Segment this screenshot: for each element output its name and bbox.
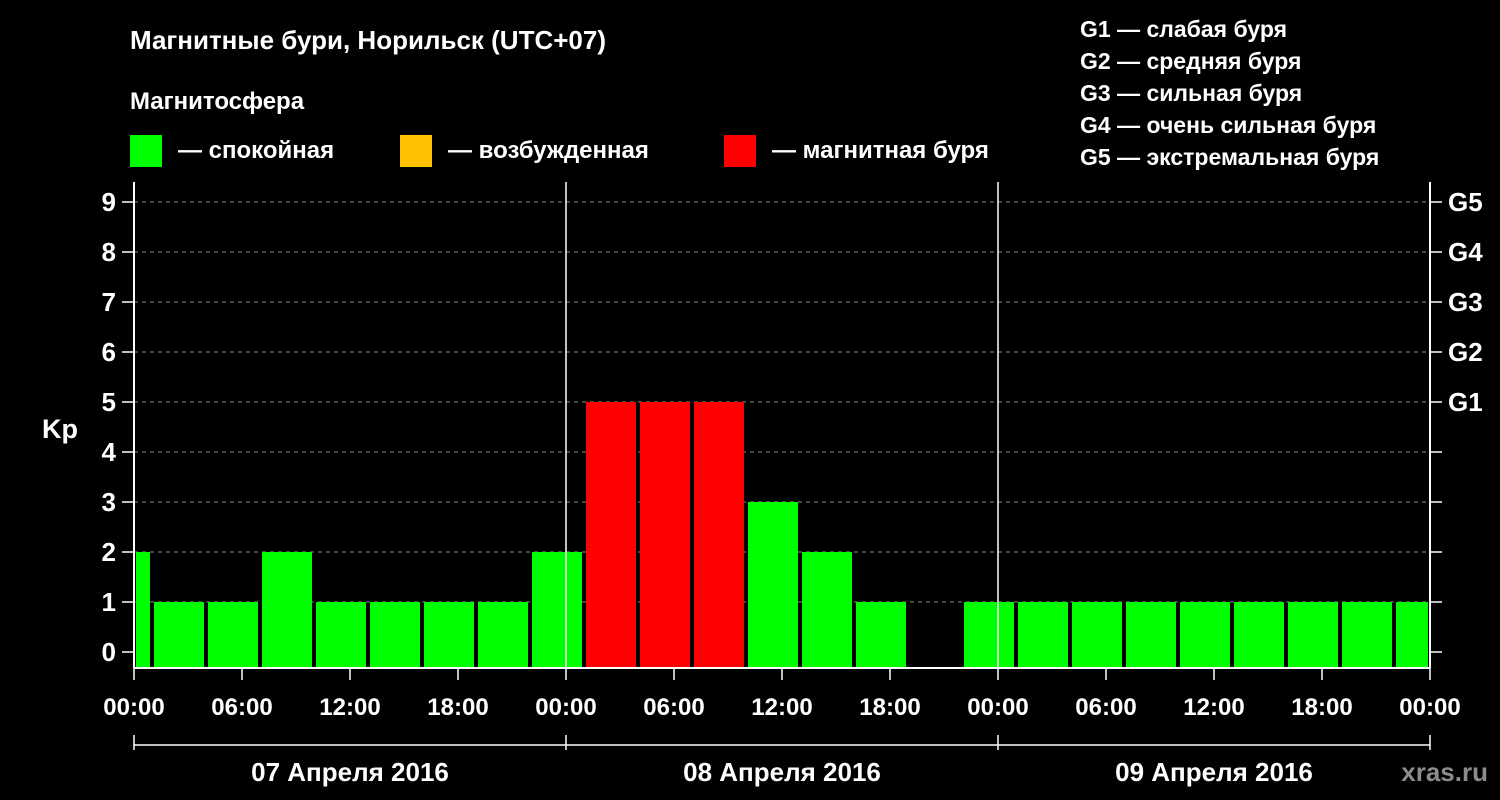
kp-bar (262, 552, 312, 668)
x-tick-label: 00:00 (103, 694, 164, 721)
day-label: 08 Апреля 2016 (683, 757, 881, 787)
kp-bar (640, 402, 690, 668)
storm-scale-g5: G5 — экстремальная буря (1080, 144, 1379, 170)
storm-scale-g1: G1 — слабая буря (1080, 16, 1287, 42)
y-tick-label: 0 (102, 637, 116, 667)
x-tick-label: 00:00 (1399, 694, 1460, 721)
y-tick-label: 4 (102, 437, 117, 467)
kp-bar (1234, 602, 1284, 668)
day-label: 07 Апреля 2016 (251, 757, 449, 787)
kp-bar (424, 602, 474, 668)
kp-bar (1072, 602, 1122, 668)
kp-bar (316, 602, 366, 668)
kp-bar (1018, 602, 1068, 668)
storm-scale-g2: G2 — средняя буря (1080, 48, 1301, 74)
g-scale-label: G4 (1448, 237, 1483, 267)
y-tick-label: 8 (102, 237, 116, 267)
x-tick-label: 06:00 (1075, 694, 1136, 721)
y-tick-label: 1 (102, 587, 116, 617)
y-tick-label: 2 (102, 537, 116, 567)
kp-bar (1126, 602, 1176, 668)
x-tick-label: 12:00 (319, 694, 380, 721)
kp-bar (1396, 602, 1428, 668)
watermark: xras.ru (1401, 757, 1488, 787)
g-scale-label: G2 (1448, 337, 1483, 367)
legend-label-excited: — возбужденная (448, 137, 649, 164)
kp-bar (1180, 602, 1230, 668)
chart-canvas: Магнитные бури, Норильск (UTC+07) Магнит… (42, 16, 1488, 787)
x-tick-label: 18:00 (859, 694, 920, 721)
day-label: 09 Апреля 2016 (1115, 757, 1313, 787)
g-scale-label: G3 (1448, 287, 1483, 317)
kp-bar (478, 602, 528, 668)
magnetic-storm-chart: Магнитные бури, Норильск (UTC+07) Магнит… (0, 0, 1500, 800)
kp-bar (694, 402, 744, 668)
kp-bar (1342, 602, 1392, 668)
y-tick-label: 6 (102, 337, 116, 367)
legend-swatch-excited (400, 135, 432, 167)
kp-bar (964, 602, 1014, 668)
x-tick-label: 06:00 (211, 694, 272, 721)
kp-bar (856, 602, 906, 668)
x-tick-label: 00:00 (967, 694, 1028, 721)
kp-bar (370, 602, 420, 668)
y-axis-label: Kp (42, 414, 78, 444)
kp-bar (1288, 602, 1338, 668)
legend-label-quiet: — спокойная (178, 137, 334, 164)
x-tick-label: 06:00 (643, 694, 704, 721)
storm-scale-g4: G4 — очень сильная буря (1080, 112, 1376, 138)
chart-title: Магнитные бури, Норильск (UTC+07) (130, 25, 606, 55)
x-tick-label: 18:00 (1291, 694, 1352, 721)
magnetosphere-heading: Магнитосфера (130, 88, 305, 115)
y-tick-label: 7 (102, 287, 116, 317)
bars-group (136, 402, 1428, 668)
y-tick-label: 3 (102, 487, 116, 517)
y-tick-label: 5 (102, 387, 116, 417)
x-tick-label: 12:00 (1183, 694, 1244, 721)
kp-bar (136, 552, 150, 668)
kp-bar (154, 602, 204, 668)
legend-label-storm: — магнитная буря (772, 137, 989, 164)
kp-bar (802, 552, 852, 668)
x-tick-label: 00:00 (535, 694, 596, 721)
x-tick-label: 12:00 (751, 694, 812, 721)
legend-swatch-storm (724, 135, 756, 167)
storm-scale-g3: G3 — сильная буря (1080, 80, 1302, 106)
g-scale-label: G1 (1448, 387, 1483, 417)
y-tick-label: 9 (102, 187, 116, 217)
legend-swatch-quiet (130, 135, 162, 167)
x-tick-label: 18:00 (427, 694, 488, 721)
kp-bar (208, 602, 258, 668)
kp-bar (748, 502, 798, 668)
day-labels-group: 07 Апреля 2016 08 Апреля 2016 09 Апреля 20… (133, 735, 1431, 787)
g-scale-label: G5 (1448, 187, 1483, 217)
kp-bar (586, 402, 636, 668)
kp-bar (532, 552, 582, 668)
